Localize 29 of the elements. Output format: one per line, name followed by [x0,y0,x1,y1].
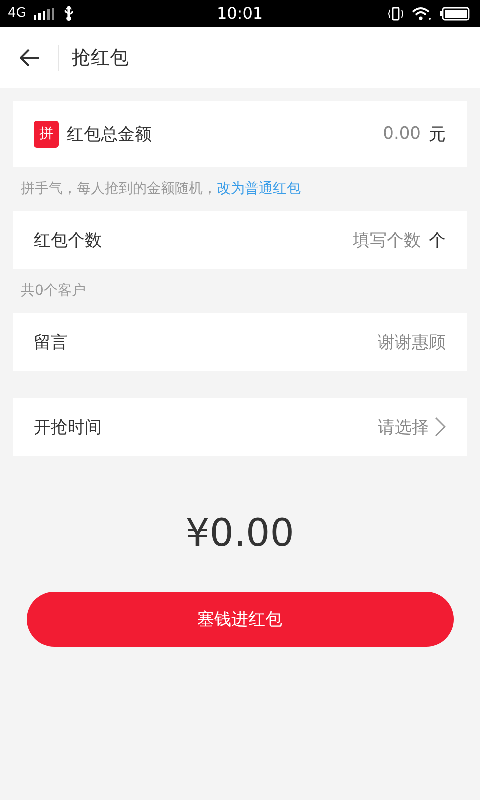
field-label: 留言 [34,332,69,354]
field-placeholder: 谢谢惠顾 [378,332,446,354]
total-amount: ¥0.00 [184,511,296,555]
form-row[interactable]: 开抢时间 请选择 [13,398,467,456]
unit-label: 个 [429,230,446,252]
field-label: 红包总金额 [67,124,153,146]
battery-icon [440,6,470,20]
clock-time: 10:01 [216,4,264,23]
field-label: 红包个数 [34,230,103,252]
vibrate-icon [388,6,404,20]
field-placeholder: 0.00 [383,124,421,144]
pin-badge: 拼 [34,120,59,148]
back-arrow-icon [20,48,40,66]
form-row[interactable]: 红包个数 填写个数 个 [13,211,467,269]
form-row[interactable]: 拼 红包总金额 0.00 元 [13,101,467,167]
signal-icon [34,8,56,20]
wifi-icon [412,6,432,20]
network-type: 4G [8,6,26,21]
unit-label: 元 [429,124,446,146]
page-title: 抢红包 [72,46,129,70]
chevron-right-icon [435,417,446,437]
hint-text: 共0个客户 [21,283,86,299]
form-row[interactable]: 留言 谢谢惠顾 [13,313,467,371]
field-placeholder: 请选择 [378,416,429,438]
submit-button[interactable]: 塞钱进红包 [26,592,454,647]
field-placeholder: 填写个数 [353,230,421,252]
hint-text: 拼手气，每人抢到的金额随机， [21,181,217,197]
usb-icon [64,6,74,22]
field-label: 开抢时间 [34,416,103,438]
